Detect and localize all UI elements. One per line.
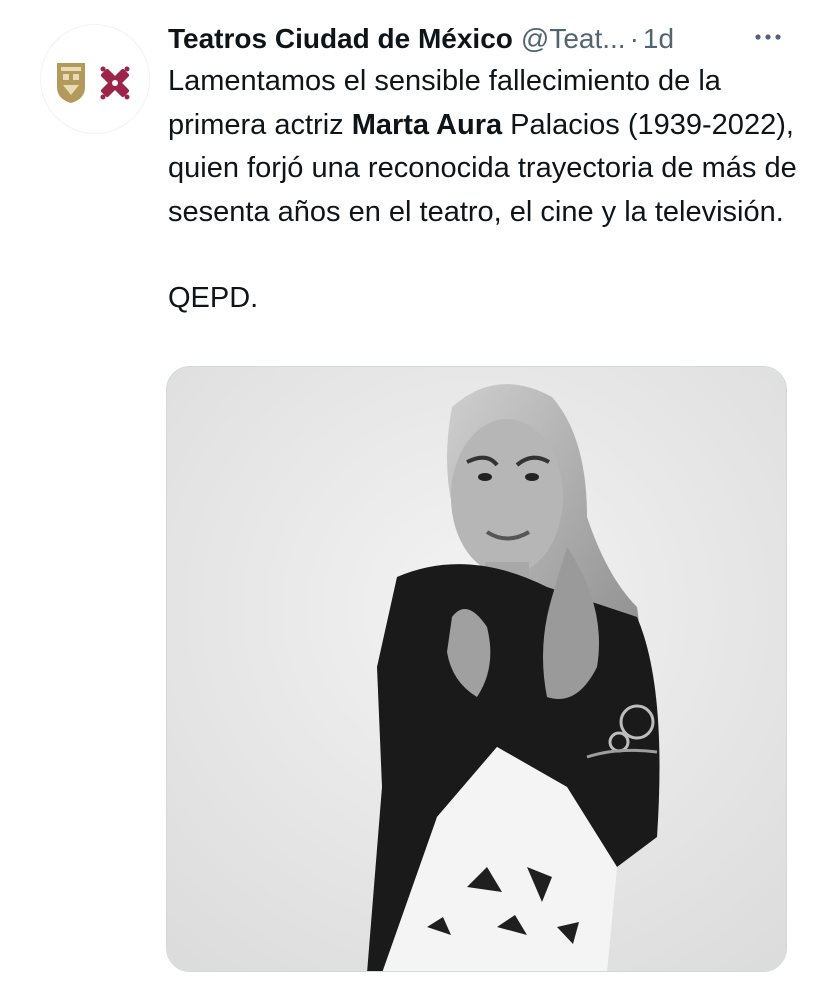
bold-name: Marta Aura	[351, 108, 503, 141]
tweet-card[interactable]: Teatros Ciudad de México @Teat... · 1d Lame…	[0, 0, 828, 982]
separator-dot: ·	[629, 23, 639, 54]
more-options-icon	[755, 34, 781, 40]
tweet-text: Lamentamos el sensible fallecimiento de …	[168, 60, 798, 321]
tweet-photo[interactable]	[166, 366, 787, 972]
cdmx-government-logo-icon	[57, 63, 130, 103]
timestamp[interactable]: 1d	[643, 23, 674, 54]
more-options-button[interactable]	[748, 22, 788, 52]
tweet-closing: QEPD.	[168, 282, 259, 314]
tweet-paragraph: Lamentamos el sensible fallecimiento de …	[168, 60, 798, 234]
portrait-photo	[167, 367, 786, 971]
tweet-header: Teatros Ciudad de México @Teat... · 1d	[168, 20, 808, 58]
author-handle[interactable]: @Teat...	[521, 23, 626, 54]
author-name[interactable]: Teatros Ciudad de México	[168, 23, 513, 54]
avatar[interactable]	[40, 24, 150, 134]
